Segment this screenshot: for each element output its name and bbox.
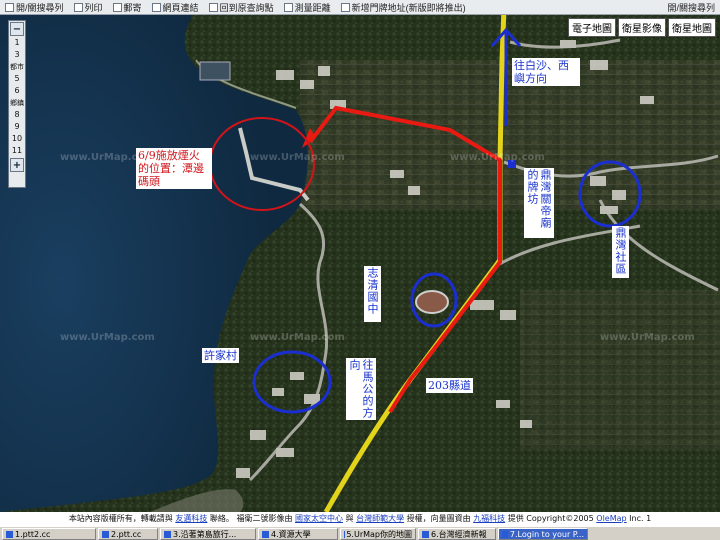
return-origin-button[interactable]: 回到原查詢點 [204,1,279,14]
taskbar-item-label: 3.沿著第島旅行... [173,529,237,539]
window-icon [164,530,171,538]
minus-icon: − [12,23,22,35]
window-icon [422,530,429,538]
taskbar-item[interactable]: 3.沿著第島旅行... [160,528,256,540]
zoom-in-button[interactable]: + [10,158,24,172]
window-icon [6,530,13,538]
taskbar-item[interactable]: 5.UrMap你的地圖 [340,528,416,540]
taskbar-item-label: 7.Login to your P... [509,529,584,539]
zoom-level-6[interactable]: 6 [9,85,25,97]
toolbar-right-label: 開/關搜尋列 [667,2,715,13]
print-button[interactable]: 列印 [69,1,108,14]
window-icon [262,530,269,538]
taskbar-item-label: 6.台灣經濟新報 [431,529,487,539]
to-magong-label: 往馬公的方向 [346,358,376,420]
toggle-search-bar-right-button[interactable]: 開/關搜尋列 [662,1,720,14]
farmland-south [520,290,720,450]
fire-site-label: 6/9施放煙火的位置：潭邊碼頭 [136,148,212,189]
ruler-icon [283,2,293,12]
taskbar-item-label: 5.UrMap你的地圖 [346,529,412,539]
window-icon [102,530,109,538]
window-icon [502,530,508,538]
toggle-search-bar-button[interactable]: 開/關搜尋列 [0,1,69,14]
toolbar-label: 測量距離 [294,2,331,13]
zoom-level-11[interactable]: 11 [9,145,25,157]
taskbar-item[interactable]: 1.ptt2.cc [2,528,96,540]
footer-link-olemap[interactable]: OleMap [596,514,626,523]
printer-icon [73,2,83,12]
zoom-level-10[interactable]: 10 [9,133,25,145]
map-toolbar: 開/關搜尋列 列印 郵寄 網頁連結 回到原查詢點 測量距離 新增門牌地址(新版即… [0,0,720,15]
watermark-4: www.UrMap.com [60,332,155,343]
taskbar-item-label: 2.ptt.cc [111,529,142,539]
fish-pond [199,61,231,81]
footer-text: 聯絡。 福衛二號影像由 [209,514,293,523]
search-panel-icon [5,2,14,12]
watermark-5: www.UrMap.com [250,332,345,343]
map-type-switcher: 電子地圖 衛星影像 衛星地圖 [568,18,716,37]
copyright-footer: 本站內容版權所有，轉載請與 友邁科技 聯絡。 福衛二號影像由 國家太空中心 與 … [0,512,720,526]
taskbar-item-label: 1.ptt2.cc [15,529,51,539]
toolbar-label: 開/關搜尋列 [16,2,64,13]
zoom-level-5[interactable]: 5 [9,73,25,85]
xujia-label: 許家村 [202,348,239,363]
home-icon [208,2,218,12]
mail-icon [112,2,122,12]
toolbar-label: 回到原查詢點 [219,2,274,13]
watermark-6: www.UrMap.com [600,332,695,343]
measure-distance-button[interactable]: 測量距離 [279,1,336,14]
taskbar-item[interactable]: 6.台灣經濟新報 [418,528,496,540]
dingwan-label: 鼎灣社區 [612,226,629,278]
zoom-level-9[interactable]: 9 [9,121,25,133]
footer-link-nspo[interactable]: 國家太空中心 [295,514,343,523]
watermark-2: www.UrMap.com [250,152,345,163]
to-baisha-label: 往白沙、西嶼方向 [512,58,580,86]
footer-link-urmap[interactable]: 友邁科技 [175,514,207,523]
zoom-control: − 1 3 都市 5 6 鄉鎮 8 9 10 11 + [8,20,26,188]
footer-text: 與 [345,514,354,523]
taskbar: 1.ptt2.cc 2.ptt.cc 3.沿著第島旅行... 4.資源大學 5.… [0,526,720,540]
link-button[interactable]: 網頁連結 [147,1,204,14]
zoom-category-city: 都市 [10,63,24,71]
zoom-level-1[interactable]: 1 [9,37,25,49]
map-type-hybrid-button[interactable]: 衛星地圖 [668,18,716,37]
footer-link-jiufu[interactable]: 九福科技 [473,514,505,523]
pin-icon [340,2,350,12]
toolbar-label: 新增門牌地址(新版即將推出) [351,2,466,13]
watermark-3: www.UrMap.com [450,152,545,163]
footer-text: 提供 Copyright©2005 [507,514,594,523]
temple-arch-label: 鼎灣關帝廟的牌坊 [524,168,554,238]
add-address-button[interactable]: 新增門牌地址(新版即將推出) [336,1,471,14]
zoom-category-town: 鄉鎮 [10,99,24,107]
farmland [300,60,720,210]
taskbar-item-label: 4.資源大學 [271,529,311,539]
taskbar-item-active[interactable]: 7.Login to your P... [498,528,588,540]
map-type-electronic-button[interactable]: 電子地圖 [568,18,616,37]
zoom-level-8[interactable]: 8 [9,109,25,121]
plus-icon: + [12,159,22,171]
map-type-satellite-button[interactable]: 衛星影像 [618,18,666,37]
taskbar-item[interactable]: 4.資源大學 [258,528,338,540]
mail-button[interactable]: 郵寄 [108,1,147,14]
taskbar-item[interactable]: 2.ptt.cc [98,528,158,540]
footer-text: 授權，向量圖資由 [406,514,471,523]
county-road-label: 203縣道 [426,378,473,393]
toolbar-label: 列印 [84,2,103,13]
zoom-level-3[interactable]: 3 [9,49,25,61]
toolbar-label: 網頁連結 [162,2,199,13]
zhiqing-label: 志清國中 [364,266,381,322]
footer-text: 本站內容版權所有，轉載請與 [68,514,173,523]
footer-link-ntnu[interactable]: 台灣師範大學 [356,514,404,523]
footer-text: Inc. 1 [629,514,652,523]
toolbar-label: 郵寄 [123,2,142,13]
link-icon [151,2,161,12]
zoom-out-button[interactable]: − [10,22,24,36]
school-track [415,290,449,314]
